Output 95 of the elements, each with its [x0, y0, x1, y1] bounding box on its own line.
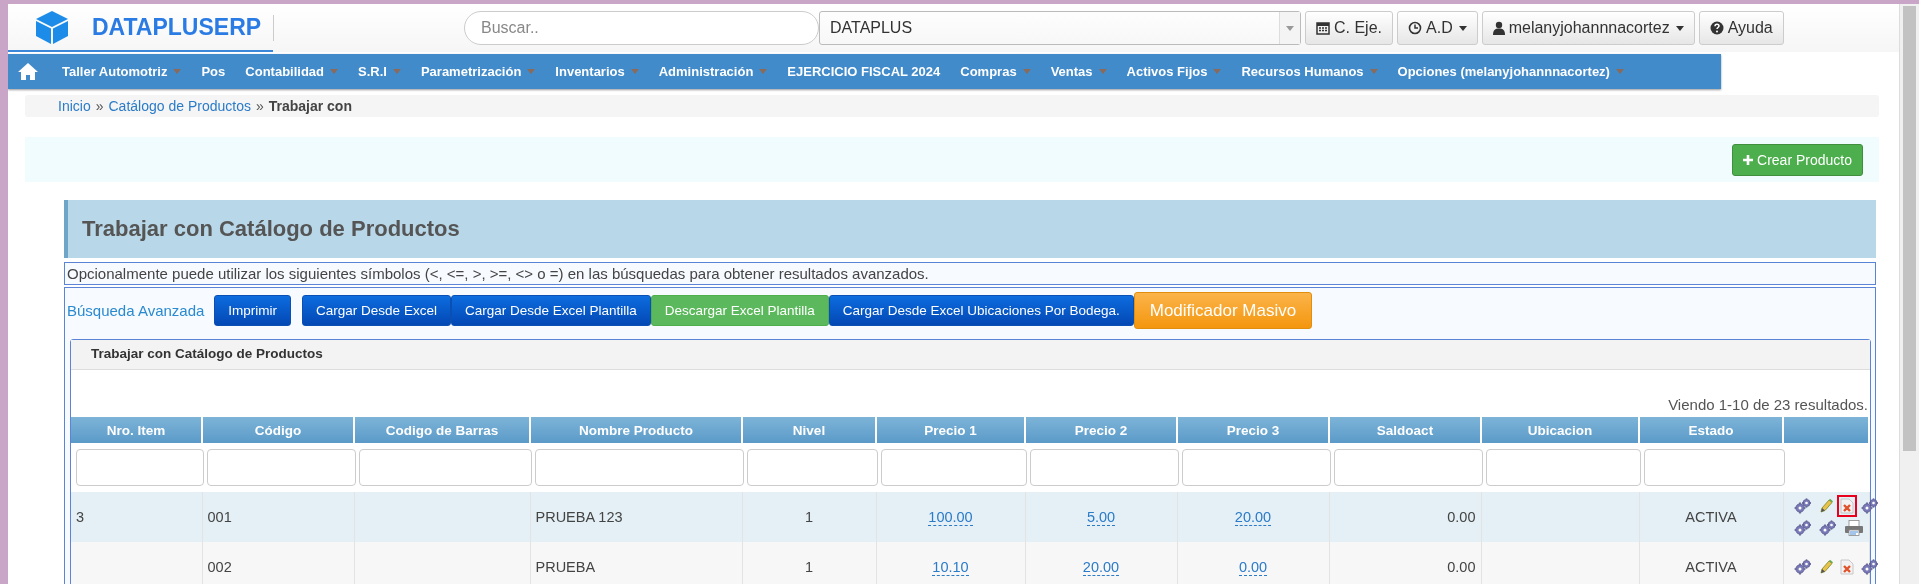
- price-link[interactable]: 0.00: [1238, 559, 1268, 576]
- table-cell: 1: [804, 509, 814, 525]
- gears-icon: [1793, 520, 1812, 536]
- filter-field[interactable]: [1182, 449, 1331, 486]
- table-cell: 3: [76, 509, 85, 525]
- menu-item[interactable]: Recursos Humanos: [1241, 64, 1364, 79]
- breadcrumb-separator: »: [95, 98, 104, 114]
- menu-item[interactable]: Compras: [960, 64, 1017, 79]
- delete-icon: [1839, 498, 1854, 514]
- brand-name[interactable]: DATAPLUSERP: [92, 13, 262, 41]
- search-field[interactable]: Buscar..: [464, 11, 819, 45]
- column-header[interactable]: Codigo de Barras: [354, 417, 530, 443]
- caret-icon: [1286, 25, 1294, 31]
- filter-field[interactable]: [1334, 449, 1483, 486]
- filter-field[interactable]: [359, 449, 532, 486]
- menu-item[interactable]: Contabilidad: [245, 64, 324, 79]
- company-select[interactable]: DATAPLUS: [819, 11, 1301, 45]
- column-header[interactable]: Saldoact: [1329, 417, 1481, 443]
- calendar-icon: [1316, 21, 1330, 35]
- table-cell: 002: [207, 559, 232, 575]
- column-header[interactable]: Nro. Item: [71, 417, 202, 443]
- search-hint: Opcionalmente puede utilizar los siguientes símbolos (<, <=, >, >=, <> o =) en las búsquedas para obtener resultados avanzados.: [64, 262, 1876, 285]
- filter-field[interactable]: [1030, 449, 1179, 486]
- column-header[interactable]: Precio 3: [1177, 417, 1329, 443]
- menu-item[interactable]: Opciones (melanyjohannnacortez): [1397, 64, 1610, 79]
- filter-field[interactable]: [535, 449, 744, 486]
- column-header[interactable]: Precio 1: [876, 417, 1025, 443]
- column-header[interactable]: Precio 2: [1025, 417, 1177, 443]
- filter-field[interactable]: [1644, 449, 1785, 486]
- breadcrumb-separator: »: [255, 98, 264, 114]
- filter-field[interactable]: [747, 449, 878, 486]
- table-cell: 001: [207, 509, 232, 525]
- menu-item[interactable]: Inventarios: [555, 64, 625, 79]
- header-button[interactable]: C. Eje.: [1305, 11, 1393, 45]
- pencil-icon: [1818, 498, 1833, 514]
- highlighted-action-button[interactable]: [1836, 495, 1857, 517]
- filter-field[interactable]: [881, 449, 1027, 486]
- table-cell: ACTIVA: [1685, 559, 1737, 575]
- menu-item[interactable]: Taller Automotriz: [62, 64, 168, 79]
- table-cell: PRUEBA 123: [535, 509, 623, 525]
- user-menu-button[interactable]: melanyjohannnacortez: [1481, 11, 1695, 45]
- price-link[interactable]: 20.00: [1234, 509, 1272, 526]
- breadcrumb-link[interactable]: Catálogo de Productos: [108, 98, 251, 114]
- menu-item[interactable]: Administración: [658, 64, 754, 79]
- filter-field[interactable]: [76, 449, 204, 486]
- menu-item[interactable]: Ventas: [1050, 64, 1093, 79]
- help-button[interactable]: Ayuda: [1698, 11, 1784, 45]
- create-product-button[interactable]: Crear Producto: [1732, 143, 1863, 176]
- price-link[interactable]: 20.00: [1082, 559, 1120, 576]
- help-icon: [1709, 21, 1724, 35]
- table-cell: PRUEBA: [535, 559, 596, 575]
- printer-icon: [1843, 520, 1864, 536]
- column-header[interactable]: Estado: [1639, 417, 1783, 443]
- home-icon[interactable]: [18, 63, 38, 80]
- user-icon: [1492, 21, 1505, 35]
- table-cell: 1: [804, 559, 814, 575]
- column-header[interactable]: Nivel: [742, 417, 876, 443]
- menu-item[interactable]: S.R.I: [358, 64, 387, 79]
- gears-icon: [1793, 559, 1812, 575]
- action-button[interactable]: Cargar Desde Excel Plantilla: [450, 295, 651, 326]
- filter-field[interactable]: [207, 449, 356, 486]
- column-header[interactable]: Código: [202, 417, 354, 443]
- menu-item[interactable]: Parametrización: [420, 64, 522, 79]
- action-button[interactable]: Cargar Desde Excel: [302, 295, 451, 326]
- column-header[interactable]: Ubicacion: [1481, 417, 1639, 443]
- breadcrumb-link[interactable]: Inicio: [58, 98, 91, 114]
- action-button[interactable]: Descargar Excel Plantilla: [650, 295, 829, 326]
- page-title: Trabajar con Catálogo de Productos: [64, 200, 1876, 258]
- cube-logo-icon: [34, 9, 70, 45]
- header-button[interactable]: A.D: [1397, 11, 1478, 45]
- filter-field[interactable]: [1486, 449, 1641, 486]
- action-button[interactable]: Modificador Masivo: [1133, 292, 1313, 329]
- table-cell: 0.00: [1447, 559, 1476, 575]
- table-cell: ACTIVA: [1685, 509, 1737, 525]
- action-button[interactable]: Cargar Desde Excel Ubicaciones Por Bodega.: [828, 295, 1134, 326]
- scrollbar[interactable]: [1899, 4, 1919, 584]
- clock-icon: [1408, 21, 1422, 35]
- price-link[interactable]: 10.10: [932, 559, 969, 576]
- menu-item[interactable]: EJERCICIO FISCAL 2024: [787, 64, 941, 79]
- column-header[interactable]: Nombre Producto: [530, 417, 742, 443]
- advanced-search-link[interactable]: Búsqueda Avanzada: [67, 302, 205, 319]
- gears-icon: [1818, 520, 1837, 536]
- breadcrumb-current: Trabajar con: [268, 98, 352, 114]
- plus-icon: [1743, 154, 1754, 165]
- gears-icon: [1793, 498, 1812, 514]
- results-summary: Viendo 1-10 de 23 resultados.: [1667, 395, 1869, 415]
- price-link[interactable]: 100.00: [928, 509, 973, 526]
- action-button[interactable]: Imprimir: [214, 295, 292, 326]
- price-link[interactable]: 5.00: [1086, 509, 1116, 526]
- delete-icon: [1839, 559, 1854, 575]
- pencil-icon: [1818, 559, 1833, 575]
- table-cell: 0.00: [1447, 509, 1476, 525]
- grid-title: Trabajar con Catálogo de Productos: [71, 340, 1870, 370]
- menu-item[interactable]: Activos Fijos: [1126, 64, 1208, 79]
- menu-item[interactable]: Pos: [201, 64, 226, 79]
